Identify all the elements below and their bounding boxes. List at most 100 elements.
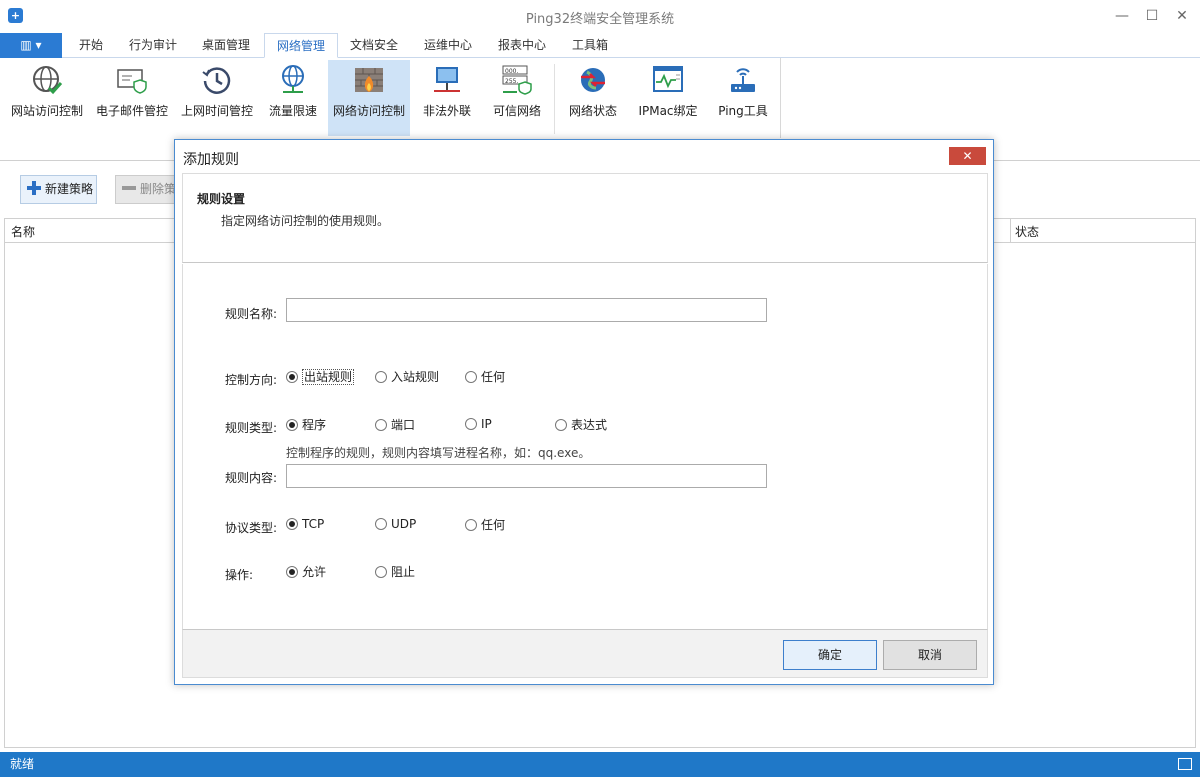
minus-icon	[122, 181, 136, 195]
menu-bar: ▥ ▾ 开始 行为审计 桌面管理 网络管理 文档安全 运维中心 报表中心 工具箱	[0, 33, 1200, 58]
close-window-button[interactable]: ✕	[1167, 4, 1197, 28]
ribbon-illegal-outreach[interactable]: 非法外联	[414, 60, 480, 136]
tab-report-center[interactable]: 报表中心	[488, 33, 556, 58]
radio-label: 入站规则	[391, 370, 440, 384]
dialog-header: 规则设置 指定网络访问控制的使用规则。	[182, 173, 988, 263]
radio-dot-icon	[286, 419, 298, 431]
svg-text:255.: 255.	[505, 78, 518, 85]
new-policy-label: 新建策略	[45, 182, 94, 196]
firewall-icon	[355, 68, 383, 92]
action-label: 操作:	[225, 568, 254, 582]
rule-content-input[interactable]	[286, 464, 767, 488]
radio-label: 阻止	[391, 565, 416, 579]
dialog-title: 添加规则	[183, 152, 239, 168]
protocol-udp-radio[interactable]: UDP	[375, 516, 416, 531]
ribbon-label: 可信网络	[492, 104, 541, 118]
rule-type-hint: 控制程序的规则，规则内容填写进程名称，如：qq.exe。	[286, 446, 591, 460]
new-policy-button[interactable]: 新建策略	[20, 175, 97, 204]
ribbon-label: Ping工具	[718, 104, 768, 118]
cancel-button[interactable]: 取消	[883, 640, 977, 670]
tab-desktop-management[interactable]: 桌面管理	[192, 33, 260, 58]
rule-name-input[interactable]	[286, 298, 767, 322]
radio-label: 程序	[302, 418, 327, 432]
ribbon-ipmac-binding[interactable]: IPMac绑定	[632, 60, 704, 136]
radio-label: TCP	[302, 517, 325, 531]
delete-policy-button[interactable]: 删除策	[115, 175, 177, 204]
radio-label: 表达式	[571, 418, 608, 432]
protocol-label: 协议类型:	[225, 521, 278, 535]
ribbon-label: 非法外联	[422, 104, 471, 118]
monitor-chart-icon	[653, 66, 683, 92]
header-title: 规则设置	[197, 192, 246, 206]
column-header-status[interactable]: 状态	[1015, 223, 1039, 240]
column-separator	[1010, 219, 1011, 243]
ribbon-separator	[780, 58, 781, 138]
ribbon-network-status[interactable]: 网络状态	[560, 60, 626, 136]
radio-label: 出站规则	[302, 369, 355, 385]
rule-content-label: 规则内容:	[225, 471, 278, 485]
type-program-radio[interactable]: 程序	[286, 416, 326, 433]
maximize-button[interactable]: ☐	[1137, 4, 1167, 28]
radio-dot-icon	[375, 371, 387, 383]
ribbon-label: IPMac绑定	[638, 104, 698, 118]
radio-label: UDP	[391, 517, 417, 531]
action-allow-radio[interactable]: 允许	[286, 563, 326, 580]
status-text: 就绪	[10, 757, 35, 771]
dialog-body: 规则名称: 控制方向: 出站规则 入站规则 任何 规则类型: 程序 端口 IP …	[182, 264, 988, 630]
ribbon-separator	[554, 64, 555, 134]
radio-label: IP	[481, 417, 492, 431]
tab-ops-center[interactable]: 运维中心	[414, 33, 482, 58]
type-port-radio[interactable]: 端口	[375, 416, 415, 433]
radio-dot-icon	[375, 518, 387, 530]
radio-label: 任何	[481, 518, 506, 532]
ribbon-label: 电子邮件管控	[95, 104, 168, 118]
direction-outbound-radio[interactable]: 出站规则	[286, 368, 355, 385]
ribbon-network-access-control[interactable]: 网络访问控制	[328, 60, 410, 136]
ribbon-label: 流量限速	[268, 104, 317, 118]
ribbon-label: 网站访问控制	[10, 104, 83, 118]
direction-inbound-radio[interactable]: 入站规则	[375, 368, 439, 385]
protocol-tcp-radio[interactable]: TCP	[286, 516, 324, 531]
globe-check-icon	[33, 66, 63, 95]
clock-history-icon	[202, 67, 231, 94]
tab-toolbox[interactable]: 工具箱	[562, 33, 618, 58]
minimize-button[interactable]: —	[1107, 4, 1137, 28]
ribbon-traffic-limit[interactable]: 流量限速	[262, 60, 324, 136]
type-ip-radio[interactable]: IP	[465, 416, 492, 431]
radio-dot-icon	[555, 419, 567, 431]
action-block-radio[interactable]: 阻止	[375, 563, 415, 580]
radio-dot-icon	[375, 566, 387, 578]
tab-behavior-audit[interactable]: 行为审计	[120, 33, 186, 58]
app-menu-button[interactable]: ▥ ▾	[0, 33, 62, 58]
radio-dot-icon	[286, 371, 298, 383]
direction-label: 控制方向:	[225, 373, 278, 387]
radio-dot-icon	[465, 418, 477, 430]
dialog-close-button[interactable]: ✕	[949, 147, 986, 165]
status-bar: 就绪	[0, 752, 1200, 777]
keyboard-icon	[1178, 758, 1192, 770]
ribbon-ping-tool[interactable]: Ping工具	[710, 60, 776, 136]
ribbon-internet-time-control[interactable]: 上网时间管控	[178, 60, 256, 136]
radio-dot-icon	[465, 371, 477, 383]
tab-start[interactable]: 开始	[68, 33, 114, 58]
dialog-footer: 确定 取消	[182, 630, 988, 678]
direction-any-radio[interactable]: 任何	[465, 368, 505, 385]
radio-label: 允许	[302, 565, 327, 579]
ribbon-email-control[interactable]: 电子邮件管控	[92, 60, 172, 136]
type-expression-radio[interactable]: 表达式	[555, 416, 607, 433]
ribbon-trusted-network[interactable]: 000. 255. 可信网络	[486, 60, 548, 136]
ribbon-website-access-control[interactable]: 网站访问控制	[8, 60, 86, 136]
rule-name-label: 规则名称:	[225, 307, 278, 321]
column-header-name[interactable]: 名称	[11, 223, 35, 240]
header-description: 指定网络访问控制的使用规则。	[221, 214, 390, 228]
protocol-any-radio[interactable]: 任何	[465, 516, 505, 533]
radio-dot-icon	[286, 518, 298, 530]
tab-document-security[interactable]: 文档安全	[340, 33, 408, 58]
mail-shield-icon	[117, 69, 147, 94]
svg-text:000.: 000.	[505, 68, 518, 75]
ribbon-label: 网络访问控制	[332, 104, 405, 118]
tab-network-management[interactable]: 网络管理	[264, 33, 338, 58]
ok-button[interactable]: 确定	[783, 640, 877, 670]
window-title: Ping32终端安全管理系统	[525, 12, 675, 27]
ribbon-label: 网络状态	[568, 104, 617, 118]
